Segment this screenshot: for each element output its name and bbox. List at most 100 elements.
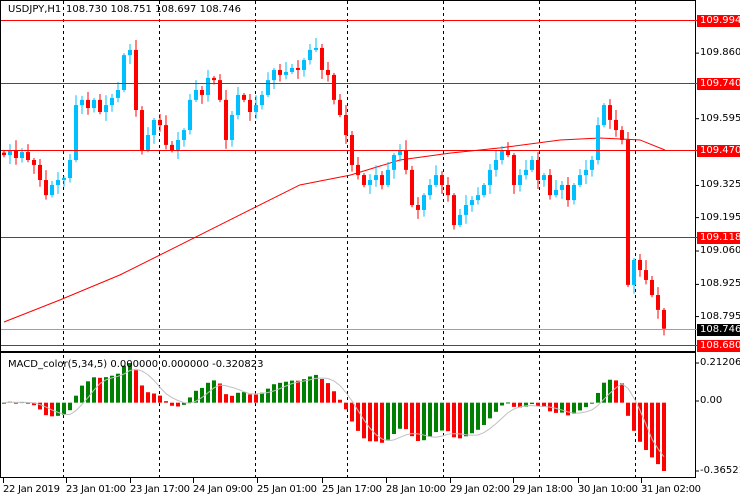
macd-histogram-bar xyxy=(254,394,258,403)
macd-histogram-bar xyxy=(272,384,276,403)
candle-body xyxy=(392,155,396,170)
candle-body xyxy=(38,164,42,181)
time-tick-label: 24 Jan 09:00 xyxy=(193,484,253,495)
candle-body xyxy=(278,69,282,75)
candle-body xyxy=(164,125,168,145)
macd-histogram-bar xyxy=(62,402,66,415)
candle-body xyxy=(272,69,276,81)
time-tick-label: 30 Jan 10:00 xyxy=(578,484,638,495)
candle-body xyxy=(188,99,192,131)
macd-histogram-bar xyxy=(122,365,126,403)
time-tick-label: 25 Jan 01:00 xyxy=(257,484,317,495)
macd-histogram-bar xyxy=(242,392,246,403)
ohlc-readout: 108.730 108.751 108.697 108.746 xyxy=(66,4,241,15)
candle-body xyxy=(302,60,306,70)
macd-histogram-bar xyxy=(110,375,114,403)
candle-body xyxy=(614,119,618,131)
candle-body xyxy=(362,175,366,185)
candle-body xyxy=(578,175,582,185)
candle-body xyxy=(542,175,546,181)
macd-histogram-bar xyxy=(56,402,60,416)
macd-histogram-bar xyxy=(230,395,234,403)
candle-body xyxy=(68,159,72,179)
macd-histogram-bar xyxy=(152,393,156,403)
candle-body xyxy=(200,89,204,95)
macd-histogram-bar xyxy=(218,383,222,403)
macd-histogram-bar xyxy=(134,370,138,403)
macd-histogram-bar xyxy=(98,377,102,403)
candle-body xyxy=(338,99,342,115)
price-tick-label: 109.195 xyxy=(700,211,740,223)
candle-body xyxy=(26,152,30,160)
candle-body xyxy=(434,175,438,185)
macd-histogram-bar xyxy=(248,394,252,403)
candle-body xyxy=(494,159,498,170)
macd-tick-label: 0.212067 xyxy=(700,357,740,368)
price-tick-label: 109.595 xyxy=(700,112,740,124)
candle-body xyxy=(500,150,504,160)
macd-histogram-bar xyxy=(80,385,84,403)
candle-body xyxy=(50,184,54,196)
macd-histogram-bar xyxy=(200,387,204,403)
candle-body xyxy=(206,77,210,95)
candle-body xyxy=(92,99,96,109)
level-price-label: 109.470 xyxy=(697,144,740,157)
price-tick-label: 109.860 xyxy=(700,47,740,59)
moving-average-line xyxy=(3,137,666,323)
candle-body xyxy=(482,184,486,196)
macd-histogram-bar xyxy=(260,392,264,403)
time-tick-label: 23 Jan 17:00 xyxy=(130,484,190,495)
candle-body xyxy=(14,150,18,159)
level-price-label: 108.680 xyxy=(697,339,740,352)
macd-histogram-bar xyxy=(476,402,480,430)
macd-histogram-bar xyxy=(434,402,438,433)
time-tick-label: 29 Jan 18:00 xyxy=(513,484,573,495)
candle-body xyxy=(620,130,624,140)
candle-body xyxy=(404,150,408,170)
candle-body xyxy=(170,144,174,151)
macd-histogram-bar xyxy=(440,402,444,431)
candle-body xyxy=(98,99,102,113)
time-tick-label: 25 Jan 17:00 xyxy=(322,484,382,495)
candle-body xyxy=(356,164,360,176)
candle-body xyxy=(464,205,468,215)
candle-body xyxy=(530,159,534,170)
candle-body xyxy=(590,159,594,170)
macd-histogram-bar xyxy=(626,402,630,416)
macd-histogram-bar xyxy=(596,392,600,403)
chart-canvas[interactable] xyxy=(0,0,740,500)
macd-histogram-bar xyxy=(188,397,192,403)
macd-histogram-bar xyxy=(584,402,588,408)
candle-body xyxy=(644,270,648,280)
candle-body xyxy=(224,99,228,140)
candle-body xyxy=(596,125,600,160)
candle-body xyxy=(2,152,6,156)
candle-body xyxy=(602,105,606,126)
candle-body xyxy=(608,105,612,120)
candle-body xyxy=(518,175,522,185)
macd-histogram-bar xyxy=(176,402,180,407)
candle-body xyxy=(110,97,114,106)
macd-histogram-bar xyxy=(428,402,432,437)
macd-histogram-bar xyxy=(512,402,516,407)
macd-histogram-bar xyxy=(392,402,396,434)
macd-histogram-bar xyxy=(572,402,576,414)
macd-histogram-bar xyxy=(506,402,510,404)
macd-histogram-bar xyxy=(68,402,72,411)
macd-histogram-bar xyxy=(368,402,372,442)
candle-body xyxy=(194,89,198,100)
candle-body xyxy=(212,77,216,81)
candle-body xyxy=(554,189,558,196)
candle-body xyxy=(74,105,78,160)
macd-histogram-bar xyxy=(338,399,342,403)
macd-histogram-bar xyxy=(644,402,648,450)
candle-body xyxy=(80,99,84,106)
candle-body xyxy=(140,110,144,151)
macd-histogram-bar xyxy=(650,402,654,458)
macd-histogram-bar xyxy=(236,392,240,403)
macd-histogram-bar xyxy=(356,402,360,431)
macd-histogram-bar xyxy=(458,402,462,439)
candle-body xyxy=(632,259,636,285)
macd-histogram-bar xyxy=(212,380,216,403)
candle-body xyxy=(344,114,348,136)
